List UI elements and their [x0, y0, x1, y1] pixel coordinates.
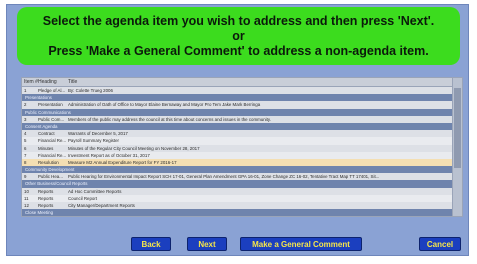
item-number: 10	[24, 188, 29, 194]
item-title: Ad Hoc Committee Reports	[68, 188, 122, 194]
agenda-item-row[interactable]: 10 Reports Ad Hoc Committee Reports	[22, 187, 462, 195]
item-title: Adjourn Meeting	[68, 216, 462, 217]
item-heading: Public Com...	[38, 116, 65, 122]
item-title: Payroll Summary Register	[68, 138, 119, 144]
item-heading: Pledge of Al...	[38, 88, 66, 93]
item-number: 11	[24, 195, 29, 201]
item-number: 8	[24, 159, 27, 165]
kiosk-window: Select the agenda item you wish to addre…	[6, 4, 469, 256]
agenda-item-row[interactable]: 7 Financial Re... Investment Report as of …	[22, 151, 462, 159]
item-heading: Reports	[38, 195, 54, 201]
item-number: 7	[24, 152, 27, 158]
item-heading: Resolution	[38, 159, 59, 165]
agenda-item-row[interactable]: 5 Financial Re... Payroll Summary Register	[22, 137, 462, 145]
agenda-section-row[interactable]: Close Meeting	[22, 209, 462, 216]
agenda-item-row[interactable]: 11 Reports Council Report	[22, 194, 462, 202]
item-number: 2	[24, 102, 27, 108]
agenda-section-row[interactable]: Other Business/Council Reports	[22, 180, 462, 188]
agenda-section-row[interactable]: Consent Agenda	[22, 122, 462, 131]
item-title: Minutes of the Regular City Council Meet…	[68, 145, 200, 151]
item-number: 6	[24, 145, 27, 151]
instruction-banner: Select the agenda item you wish to addre…	[17, 7, 460, 65]
section-label: Public Communications	[25, 109, 71, 115]
instruction-line-2: or	[232, 29, 245, 43]
instruction-line-3: Press 'Make a General Comment' to addres…	[48, 44, 429, 58]
item-title: By: Colette Trueg 2006	[68, 88, 113, 93]
column-header-heading: Heading	[38, 79, 57, 85]
item-heading: Presentation	[38, 102, 63, 108]
item-title: Investment Report as of October 31, 2017	[68, 152, 150, 158]
item-heading: Minutes	[38, 145, 54, 151]
agenda-list-header: Item # Heading Title	[22, 78, 462, 87]
column-header-title: Title	[68, 79, 78, 85]
agenda-item-row[interactable]: 13AdjournAdjourn Meeting	[22, 216, 462, 217]
item-number: 1	[24, 88, 27, 93]
item-number: 9	[24, 174, 27, 180]
back-button[interactable]: Back	[131, 237, 171, 251]
button-bar: Back Next Make a General Comment Cancel	[7, 237, 470, 253]
agenda-section-row[interactable]: Public Communications	[22, 108, 462, 116]
item-title: Members of the public may address the co…	[68, 116, 271, 122]
item-heading: Financial Re...	[38, 138, 67, 144]
section-label: Presentations	[25, 95, 52, 101]
item-number: 5	[24, 138, 27, 144]
section-label: Other Business/Council Reports	[25, 181, 88, 187]
agenda-section-row[interactable]: Community Development	[22, 166, 462, 174]
item-heading: Financial Re...	[38, 152, 67, 158]
agenda-list[interactable]: Item # Heading Title 1 Pledge of Al... By:…	[21, 77, 463, 217]
agenda-item-row[interactable]: 9 Public Hea... Public Hearing for Environ…	[22, 173, 462, 181]
agenda-item-row[interactable]: 2 Presentation Administration of Oath of O…	[22, 101, 462, 109]
item-title: Administration of Oath of Office to Mayo…	[68, 102, 261, 108]
item-title: Warrants of December 5, 2017	[68, 131, 128, 137]
item-number: 12	[24, 203, 29, 208]
agenda-item-row[interactable]: 12 Reports City Manager/Department Reports	[22, 202, 462, 210]
agenda-item-row[interactable]: 1 Pledge of Al... By: Colette Trueg 2006	[22, 87, 462, 95]
scrollbar-thumb[interactable]	[454, 88, 461, 168]
section-label: Consent Agenda	[25, 123, 58, 129]
item-title: City Manager/Department Reports	[68, 203, 135, 208]
agenda-item-row[interactable]: 8 Resolution Measure M2 Annual Expenditure…	[22, 158, 462, 167]
item-title: Measure M2 Annual Expenditure Report for…	[68, 159, 177, 165]
item-number: 13	[22, 216, 38, 217]
agenda-item-row[interactable]: 6 Minutes Minutes of the Regular City Coun…	[22, 144, 462, 152]
instruction-line-1: Select the agenda item you wish to addre…	[42, 14, 435, 28]
section-label: Community Development	[25, 167, 75, 173]
section-label: Close Meeting	[25, 210, 54, 216]
item-number: 3	[24, 116, 27, 122]
make-general-comment-button[interactable]: Make a General Comment	[240, 237, 362, 251]
item-heading: Public Hea...	[38, 174, 63, 180]
item-heading: Adjourn	[38, 216, 68, 217]
item-number: 4	[24, 131, 27, 137]
agenda-item-row[interactable]: 3 Public Com... Members of the public may …	[22, 115, 462, 123]
next-button[interactable]: Next	[187, 237, 227, 251]
item-heading: Contract	[38, 131, 55, 137]
list-scrollbar[interactable]	[452, 78, 462, 216]
item-heading: Reports	[38, 188, 54, 194]
item-title: Public Hearing for Environmental Impact …	[68, 174, 380, 180]
column-header-item: Item #	[24, 79, 38, 85]
cancel-button[interactable]: Cancel	[419, 237, 461, 251]
item-heading: Reports	[38, 203, 54, 208]
item-title: Council Report	[68, 195, 98, 201]
agenda-item-row[interactable]: 4 Contract Warrants of December 5, 2017	[22, 130, 462, 138]
agenda-rows: 1 Pledge of Al... By: Colette Trueg 2006 Pr…	[22, 87, 462, 217]
agenda-section-row[interactable]: Presentations	[22, 94, 462, 102]
